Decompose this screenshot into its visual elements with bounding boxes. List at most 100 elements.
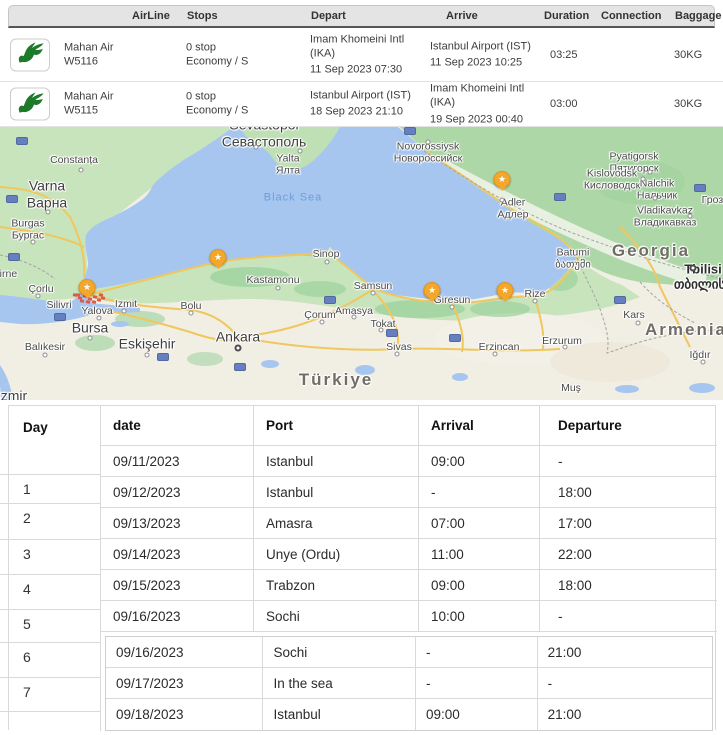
city-dot <box>641 177 646 182</box>
stops-value: 0 stop <box>186 90 248 104</box>
map-label-burgas: BurgasБургас <box>11 218 44 243</box>
day-number: 2 <box>9 504 100 540</box>
city-dot <box>426 140 431 145</box>
map-label-erzincan: Erzincan <box>479 341 520 353</box>
date-cell: 09/17/2023 <box>106 668 263 698</box>
city-dot <box>371 291 376 296</box>
map-label-edirne: Edirne <box>0 268 17 280</box>
departure-cell: 21:00 <box>538 699 712 730</box>
flight-number: W5116 <box>64 55 114 69</box>
star-icon: ★ <box>501 285 509 296</box>
arrive-cell: Imam Khomeini Intl (IKA) 19 Sep 2023 00:… <box>430 82 548 127</box>
urban-area-mark <box>80 299 85 303</box>
itinerary-row: 09/17/2023 In the sea - - <box>106 668 712 699</box>
map-label-sivas: Sivas <box>386 341 412 353</box>
road-shield-icon <box>234 363 246 371</box>
date-cell: 09/15/2023 <box>101 570 254 600</box>
itinerary-header-row: date Port Arrival Departure <box>101 406 717 446</box>
arrival-cell: - <box>416 668 538 698</box>
map-overlay: SevastopolСевастопольYaltaЯлтаConstanțaV… <box>0 127 723 400</box>
city-dot <box>43 353 48 358</box>
road-shield-icon <box>404 127 416 135</box>
arrival-cell: 09:00 <box>419 446 540 476</box>
flight-row-w5115: Mahan Air W5115 0 stop Economy / S Istan… <box>0 82 723 127</box>
port-marker-amasra[interactable]: ★ <box>210 249 227 266</box>
city-dot <box>563 345 568 350</box>
col-header-depart: Depart <box>311 10 346 22</box>
urban-area-mark <box>99 293 104 297</box>
city-dot <box>79 168 84 173</box>
city-dot <box>450 305 455 310</box>
col-header-departure: Departure <box>540 406 717 445</box>
road-shield-icon <box>386 329 398 337</box>
col-header-port: Port <box>254 406 419 445</box>
city-dot <box>320 320 325 325</box>
port-cell: Trabzon <box>254 570 419 600</box>
road-shield-icon <box>16 137 28 145</box>
airline-name-cell: Mahan Air W5115 <box>64 90 114 119</box>
map-label-eski-ehir: Eskişehir <box>119 336 176 353</box>
itinerary-row: 09/11/2023 Istanbul 09:00 - <box>101 446 717 477</box>
cabin-class: Economy / S <box>186 55 248 69</box>
airline-name: Mahan Air <box>64 90 114 104</box>
city-dot <box>533 299 538 304</box>
date-cell: 09/16/2023 <box>101 601 254 631</box>
duration-value: 03:25 <box>550 47 578 61</box>
arrival-cell: 09:00 <box>419 570 540 600</box>
col-header-baggage: Baggage <box>675 10 721 22</box>
map-label-i-d-r: Iğdır <box>689 349 710 361</box>
city-dot <box>500 198 505 203</box>
map-label-yalta: YaltaЯлта <box>276 153 300 178</box>
port-cell: In the sea <box>263 668 416 698</box>
arrive-airport: Imam Khomeini Intl (IKA) <box>430 82 548 111</box>
city-dot <box>254 145 259 150</box>
map-label-bursa: Bursa <box>72 320 109 337</box>
arrival-cell: - <box>416 637 538 667</box>
day-number: 7 <box>9 678 100 712</box>
day-column: Day 1 2 3 4 5 6 7 <box>9 406 101 731</box>
itinerary-row: 09/12/2023 Istanbul - 18:00 <box>101 477 717 508</box>
road-shield-icon <box>6 195 18 203</box>
baggage-value: 30KG <box>674 47 702 61</box>
port-marker-sochi[interactable]: ★ <box>494 171 511 188</box>
arrive-time: 11 Sep 2023 10:25 <box>430 56 548 70</box>
depart-cell: Imam Khomeini Intl (IKA) 11 Sep 2023 07:… <box>310 32 428 77</box>
duration-value: 03:00 <box>550 97 578 111</box>
depart-time: 11 Sep 2023 07:30 <box>310 63 428 77</box>
map-label-izmit: Izmit <box>115 298 137 310</box>
day-number: 5 <box>9 610 100 643</box>
port-marker-trabzon[interactable]: ★ <box>497 282 514 299</box>
departure-cell: 18:00 <box>540 570 717 600</box>
map-label-t-rkiye: Türkiye <box>299 370 373 390</box>
road-shield-icon <box>694 184 706 192</box>
urban-area-mark <box>86 300 91 304</box>
city-dot <box>298 149 303 154</box>
itinerary-row: 09/14/2023 Unye (Ordu) 11:00 22:00 <box>101 539 717 570</box>
urban-area-mark <box>92 300 97 304</box>
road-shield-icon <box>54 313 66 321</box>
map-label-batumi: Batumiბათუმი <box>555 247 591 272</box>
city-dot <box>97 316 102 321</box>
baggage-value: 30KG <box>674 97 702 111</box>
map-label-i-zmir: İzmir <box>0 388 27 400</box>
port-cell: Sochi <box>254 601 419 631</box>
city-dot <box>636 321 641 326</box>
urban-area-mark <box>76 293 81 297</box>
itinerary-row: 09/13/2023 Amasra 07:00 17:00 <box>101 508 717 539</box>
city-dot <box>36 294 41 299</box>
port-marker-unye-ordu-[interactable]: ★ <box>424 282 441 299</box>
star-icon: ★ <box>428 285 436 296</box>
capital-dot <box>235 345 242 352</box>
arrive-airport: Istanbul Airport (IST) <box>430 39 548 53</box>
city-dot <box>325 260 330 265</box>
black-sea-map[interactable]: SevastopolСевастопольYaltaЯлтаConstanțaV… <box>0 127 723 400</box>
col-header-connection: Connection <box>601 10 662 22</box>
itinerary-main: date Port Arrival Departure 09/11/2023 I… <box>101 406 717 632</box>
city-dot <box>701 360 706 365</box>
mahan-air-logo-icon <box>10 88 50 121</box>
city-dot <box>688 214 693 219</box>
port-marker-istanbul[interactable]: ★ <box>79 279 96 296</box>
col-header-airline: AirLine <box>132 10 170 22</box>
date-cell: 09/13/2023 <box>101 508 254 538</box>
day-number: 6 <box>9 643 100 678</box>
